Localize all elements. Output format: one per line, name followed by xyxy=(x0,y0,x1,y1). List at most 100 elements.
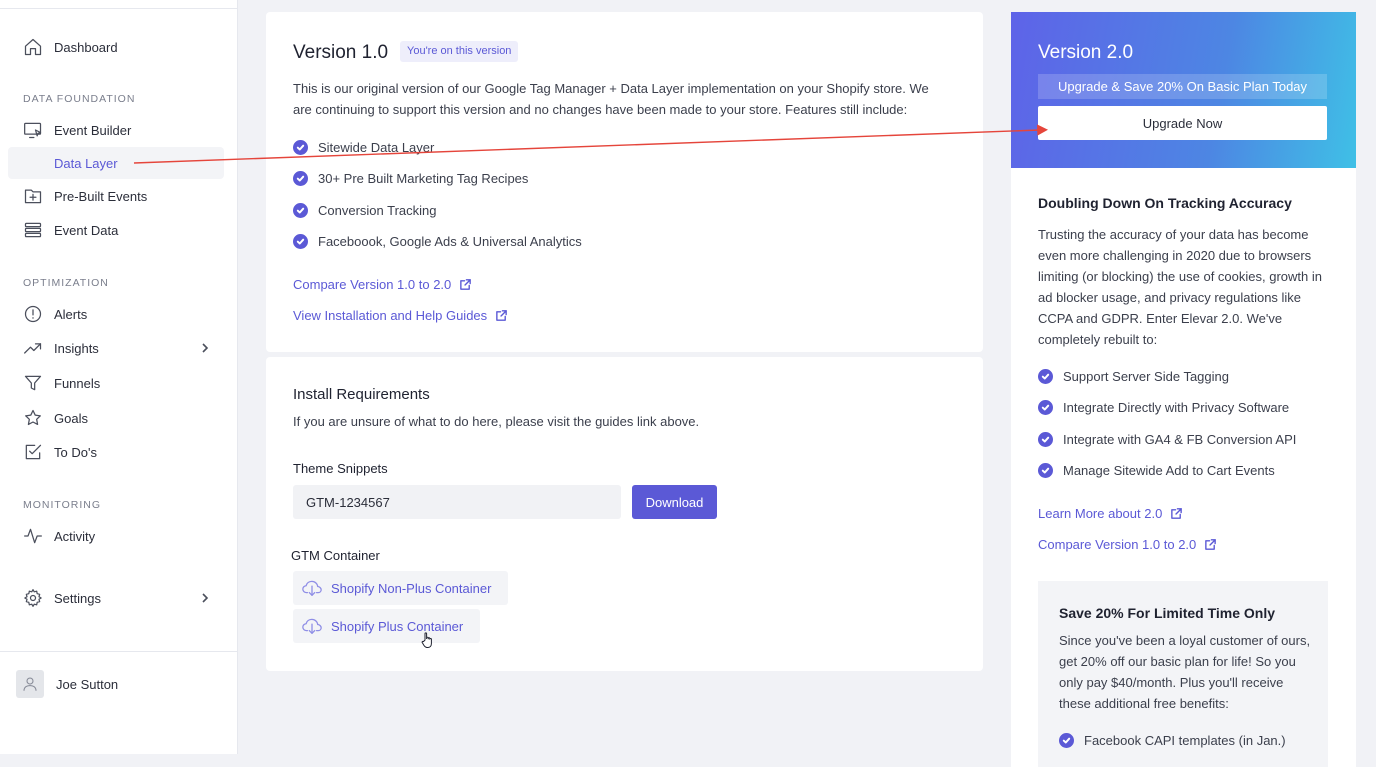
sidebar-item-data-layer[interactable]: Data Layer xyxy=(8,147,224,179)
check-circle-icon xyxy=(293,171,308,187)
limited-offer-title: Save 20% For Limited Time Only xyxy=(1059,605,1276,621)
install-requirements-title: Install Requirements xyxy=(293,386,430,403)
sidebar-item-label: Alerts xyxy=(54,306,88,322)
sidebar: Dashboard DATA FOUNDATION Event Builder … xyxy=(0,0,238,754)
cloud-download-icon xyxy=(301,615,323,637)
sidebar-item-label: Goals xyxy=(54,410,88,426)
user-profile[interactable]: Joe Sutton xyxy=(16,670,118,698)
home-icon xyxy=(22,36,44,58)
check-circle-icon xyxy=(1038,400,1053,416)
sidebar-item-pre-built-events[interactable]: Pre-Built Events xyxy=(8,180,224,212)
learn-more-link[interactable]: Learn More about 2.0 xyxy=(1038,506,1183,521)
list-item: Facebook CAPI templates (in Jan.) xyxy=(1059,725,1286,756)
user-name: Joe Sutton xyxy=(56,676,119,692)
sidebar-item-label: Dashboard xyxy=(54,39,118,55)
check-circle-icon xyxy=(293,202,308,218)
tracking-accuracy-heading: Doubling Down On Tracking Accuracy xyxy=(1038,195,1292,211)
folder-plus-icon xyxy=(22,185,44,207)
upgrade-now-button[interactable]: Upgrade Now xyxy=(1038,106,1327,140)
gtm-container-label: GTM Container xyxy=(291,548,380,563)
limited-offer-box: Save 20% For Limited Time Only Since you… xyxy=(1038,581,1328,767)
hand-cursor-icon xyxy=(421,632,432,648)
version-2-panel: Version 2.0 Upgrade & Save 20% On Basic … xyxy=(1011,12,1356,767)
list-item: Support Server Side Tagging xyxy=(1038,361,1296,392)
sidebar-item-alerts[interactable]: Alerts xyxy=(8,298,224,330)
theme-snippet-input[interactable] xyxy=(293,485,621,519)
chevron-right-icon xyxy=(198,341,212,355)
external-link-icon xyxy=(1204,538,1217,551)
checkbox-edit-icon xyxy=(22,441,44,463)
gear-icon xyxy=(22,587,44,609)
sidebar-bottom-divider xyxy=(0,651,238,652)
user-icon xyxy=(23,677,37,691)
alert-circle-icon xyxy=(22,303,44,325)
limited-offer-text: Since you've been a loyal customer of ou… xyxy=(1059,633,1311,711)
check-circle-icon xyxy=(293,140,308,156)
sidebar-item-settings[interactable]: Settings xyxy=(8,582,224,614)
installation-guides-link[interactable]: View Installation and Help Guides xyxy=(293,308,508,323)
sidebar-item-label: Settings xyxy=(54,590,101,606)
version-1-card: Version 1.0 You're on this version This … xyxy=(266,12,983,352)
shopify-non-plus-container-button[interactable]: Shopify Non-Plus Container xyxy=(293,571,509,605)
check-circle-icon xyxy=(1038,463,1053,479)
sidebar-item-label: Event Data xyxy=(54,222,119,238)
current-version-badge: You're on this version xyxy=(400,41,519,62)
limited-offer-benefits: Facebook CAPI templates (in Jan.) xyxy=(1059,725,1286,756)
sidebar-item-label: Funnels xyxy=(54,375,101,391)
list-item: Manage Sitewide Add to Cart Events xyxy=(1038,455,1296,486)
sidebar-item-insights[interactable]: Insights xyxy=(8,332,224,364)
sidebar-item-event-data[interactable]: Event Data xyxy=(8,214,224,246)
sidebar-item-label: Event Builder xyxy=(54,122,132,138)
shopify-plus-container-button[interactable]: Shopify Plus Container xyxy=(293,609,481,643)
funnel-icon xyxy=(22,372,44,394)
version-2-hero: Version 2.0 Upgrade & Save 20% On Basic … xyxy=(1011,12,1356,168)
sidebar-item-label: Data Layer xyxy=(54,155,118,171)
version-2-title: Version 2.0 xyxy=(1038,42,1134,63)
sidebar-item-label: Insights xyxy=(54,340,99,356)
upgrade-offer-banner: Upgrade & Save 20% On Basic Plan Today xyxy=(1038,74,1327,99)
check-circle-icon xyxy=(1059,733,1074,749)
install-requirements-card: Install Requirements If you are unsure o… xyxy=(266,357,983,671)
version-1-feature-list: Sitewide Data Layer 30+ Pre Built Market… xyxy=(293,132,582,257)
sidebar-item-event-builder[interactable]: Event Builder xyxy=(8,114,224,146)
check-circle-icon xyxy=(1038,431,1053,447)
external-link-icon xyxy=(1170,507,1183,520)
sidebar-item-label: Activity xyxy=(54,528,96,544)
sidebar-item-label: To Do's xyxy=(54,444,97,460)
avatar xyxy=(16,670,44,698)
sidebar-item-activity[interactable]: Activity xyxy=(8,520,224,552)
compare-versions-link[interactable]: Compare Version 1.0 to 2.0 xyxy=(293,277,472,292)
check-circle-icon xyxy=(293,234,308,250)
check-circle-icon xyxy=(1038,369,1053,385)
external-link-icon xyxy=(495,309,508,322)
section-label-monitoring: MONITORING xyxy=(23,499,102,511)
monitor-cursor-icon xyxy=(22,119,44,141)
list-item: Integrate with GA4 & FB Conversion API xyxy=(1038,424,1296,455)
sidebar-item-dashboard[interactable]: Dashboard xyxy=(8,31,224,63)
list-item: Integrate Directly with Privacy Software xyxy=(1038,392,1296,423)
version-2-feature-list: Support Server Side Tagging Integrate Di… xyxy=(1038,361,1296,486)
sidebar-item-funnels[interactable]: Funnels xyxy=(8,367,224,399)
version-1-title: Version 1.0 xyxy=(293,42,389,63)
install-requirements-subtitle: If you are unsure of what to do here, pl… xyxy=(293,414,700,429)
list-item: Conversion Tracking xyxy=(293,195,582,226)
tracking-accuracy-text: Trusting the accuracy of your data has b… xyxy=(1038,227,1322,347)
chevron-right-icon xyxy=(198,591,212,605)
external-link-icon xyxy=(459,278,472,291)
section-label-optimization: OPTIMIZATION xyxy=(23,277,109,289)
sidebar-top-divider xyxy=(0,8,238,9)
version-1-intro: This is our original version of our Goog… xyxy=(293,81,929,117)
sidebar-item-goals[interactable]: Goals xyxy=(8,402,224,434)
list-item: Faceboook, Google Ads & Universal Analyt… xyxy=(293,226,582,257)
theme-snippets-label: Theme Snippets xyxy=(293,461,388,476)
sidebar-item-label: Pre-Built Events xyxy=(54,188,148,204)
database-icon xyxy=(22,219,44,241)
compare-versions-link-panel[interactable]: Compare Version 1.0 to 2.0 xyxy=(1038,537,1217,552)
trending-up-icon xyxy=(22,337,44,359)
list-item: Sitewide Data Layer xyxy=(293,132,582,163)
activity-pulse-icon xyxy=(22,525,44,547)
sidebar-item-todos[interactable]: To Do's xyxy=(8,436,224,468)
download-button[interactable]: Download xyxy=(632,485,717,519)
cloud-download-icon xyxy=(301,577,323,599)
section-label-data-foundation: DATA FOUNDATION xyxy=(23,93,136,105)
